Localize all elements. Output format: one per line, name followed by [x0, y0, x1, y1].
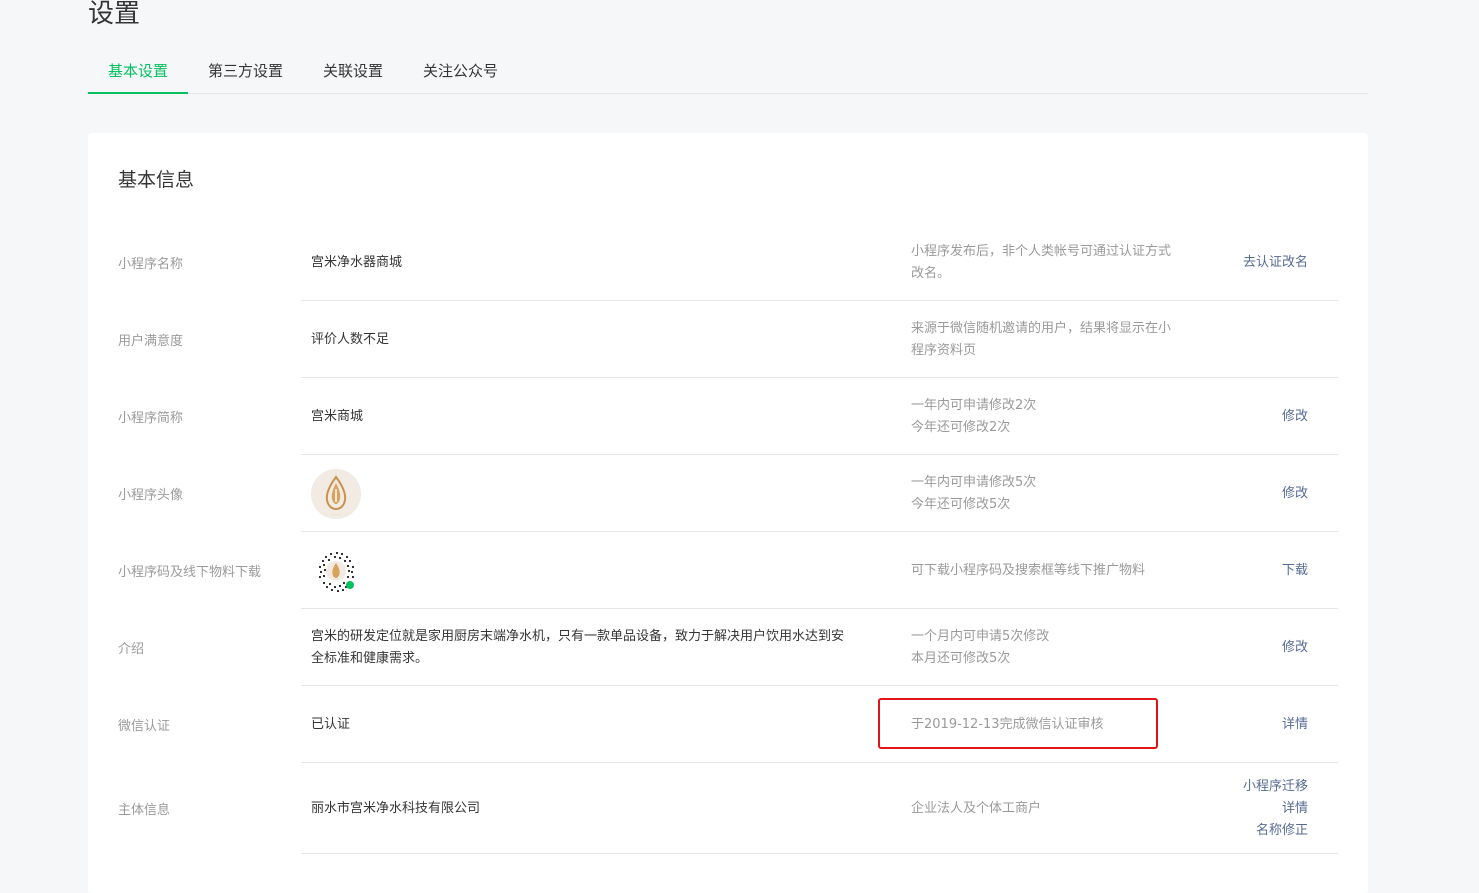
row-label: 主体信息 — [118, 803, 171, 818]
entity-name-value: 丽水市宫米净水科技有限公司 — [311, 800, 481, 816]
svg-text:· · ·: · · · — [332, 512, 340, 518]
row-tip: 来源于微信随机邀请的用户，结果将显示在小 程序资料页 — [911, 318, 1201, 362]
tip-line: 可下载小程序码及搜索框等线下推广物料 — [911, 562, 1146, 578]
row-label: 小程序简称 — [118, 411, 184, 426]
page-title: 设置 — [88, 0, 141, 29]
row-actions: 修改 — [1201, 637, 1308, 659]
row-label: 小程序码及线下物料下载 — [118, 565, 262, 580]
row-short-name: 小程序简称 宫米商城 一年内可申请修改2次 今年还可修改2次 修改 — [118, 378, 1338, 455]
row-mini-program-code: 小程序码及线下物料下载 可下载小程序码及搜索框等线下推广物料 下载 — [118, 532, 1338, 609]
row-label: 微信认证 — [118, 719, 171, 734]
row-tip: 一年内可申请修改5次 今年还可修改5次 — [911, 472, 1201, 516]
row-label: 小程序名称 — [118, 257, 184, 272]
introduction-line: 全标准和健康需求。 — [311, 650, 429, 666]
row-actions: 修改 — [1201, 406, 1308, 428]
avatar-value: · · · — [311, 468, 911, 519]
tip-line: 来源于微信随机邀请的用户，结果将显示在小 — [911, 320, 1172, 336]
migrate-mini-program-link[interactable]: 小程序迁移 — [1201, 776, 1308, 798]
edit-introduction-link[interactable]: 修改 — [1201, 637, 1308, 659]
row-avatar: 小程序头像 · · · 一年内可申请修改5次 今年还可修改5次 修改 — [118, 455, 1338, 532]
edit-short-name-link[interactable]: 修改 — [1201, 406, 1308, 428]
row-tip: 一年内可申请修改2次 今年还可修改2次 — [911, 395, 1201, 439]
row-tip: 于2019-12-13完成微信认证审核 — [911, 714, 1201, 736]
tip-line: 今年还可修改5次 — [911, 496, 1011, 512]
short-name-value: 宫米商城 — [311, 408, 364, 424]
introduction-value: 宫米的研发定位就是家用厨房末端净水机，只有一款单品设备，致力于解决用户饮用水达到… — [311, 626, 911, 670]
settings-tabs: 基本设置 第三方设置 关联设置 关注公众号 — [88, 50, 1368, 94]
row-introduction: 介绍 宫米的研发定位就是家用厨房末端净水机，只有一款单品设备，致力于解决用户饮用… — [118, 609, 1338, 686]
tip-line: 一年内可申请修改5次 — [911, 474, 1037, 490]
row-entity-info: 主体信息 丽水市宫米净水科技有限公司 企业法人及个体工商户 小程序迁移 详情 名… — [118, 763, 1338, 854]
mini-program-code-icon — [311, 545, 361, 596]
tab-linked-settings[interactable]: 关联设置 — [303, 50, 403, 93]
row-label: 用户满意度 — [118, 334, 184, 349]
user-satisfaction-value: 评价人数不足 — [311, 331, 390, 347]
row-tip: 小程序发布后，非个人类帐号可通过认证方式 改名。 — [911, 241, 1201, 285]
tip-line: 一个月内可申请5次修改 — [911, 628, 1050, 644]
row-mini-program-name: 小程序名称 宫米净水器商城 小程序发布后，非个人类帐号可通过认证方式 改名。 去… — [118, 224, 1338, 301]
tab-third-party-settings[interactable]: 第三方设置 — [188, 50, 303, 93]
row-wechat-certification: 微信认证 已认证 于2019-12-13完成微信认证审核 详情 — [118, 686, 1338, 763]
row-tip: 一个月内可申请5次修改 本月还可修改5次 — [911, 626, 1201, 670]
row-actions: 去认证改名 — [1201, 252, 1308, 274]
certification-details-link[interactable]: 详情 — [1201, 714, 1308, 736]
certification-date-text: 于2019-12-13完成微信认证审核 — [911, 716, 1104, 732]
basic-info-card: 基本信息 小程序名称 宫米净水器商城 小程序发布后，非个人类帐号可通过认证方式 … — [88, 133, 1368, 893]
tab-basic-settings[interactable]: 基本设置 — [88, 50, 189, 94]
row-user-satisfaction: 用户满意度 评价人数不足 来源于微信随机邀请的用户，结果将显示在小 程序资料页 — [118, 301, 1338, 378]
tip-line: 一年内可申请修改2次 — [911, 397, 1037, 413]
tab-follow-official-account[interactable]: 关注公众号 — [403, 50, 518, 93]
row-tip: 企业法人及个体工商户 — [911, 798, 1201, 820]
mini-program-name-value: 宫米净水器商城 — [311, 254, 403, 270]
row-actions: 修改 — [1201, 483, 1308, 505]
row-actions: 小程序迁移 详情 名称修正 — [1201, 776, 1308, 842]
row-label: 小程序头像 — [118, 488, 184, 503]
tip-line: 本月还可修改5次 — [911, 650, 1011, 666]
tip-line: 企业法人及个体工商户 — [911, 800, 1042, 816]
tip-line: 程序资料页 — [911, 342, 977, 358]
edit-avatar-link[interactable]: 修改 — [1201, 483, 1308, 505]
row-actions: 下载 — [1201, 560, 1308, 582]
certify-rename-link[interactable]: 去认证改名 — [1201, 252, 1308, 274]
row-actions: 详情 — [1201, 714, 1308, 736]
tip-line: 小程序发布后，非个人类帐号可通过认证方式 — [911, 243, 1172, 259]
info-rows: 小程序名称 宫米净水器商城 小程序发布后，非个人类帐号可通过认证方式 改名。 去… — [118, 224, 1338, 854]
avatar: · · · — [311, 468, 361, 519]
card-title: 基本信息 — [118, 169, 195, 191]
row-tip: 可下载小程序码及搜索框等线下推广物料 — [911, 560, 1201, 582]
entity-details-link[interactable]: 详情 — [1201, 798, 1308, 820]
introduction-line: 宫米的研发定位就是家用厨房末端净水机，只有一款单品设备，致力于解决用户饮用水达到… — [311, 628, 845, 644]
download-code-link[interactable]: 下载 — [1201, 560, 1308, 582]
row-label: 介绍 — [118, 642, 145, 657]
tip-line: 今年还可修改2次 — [911, 419, 1011, 435]
correct-name-link[interactable]: 名称修正 — [1201, 820, 1308, 842]
tip-line: 改名。 — [911, 265, 951, 281]
certification-status: 已认证 — [311, 716, 351, 732]
mini-program-code-value — [311, 545, 911, 596]
